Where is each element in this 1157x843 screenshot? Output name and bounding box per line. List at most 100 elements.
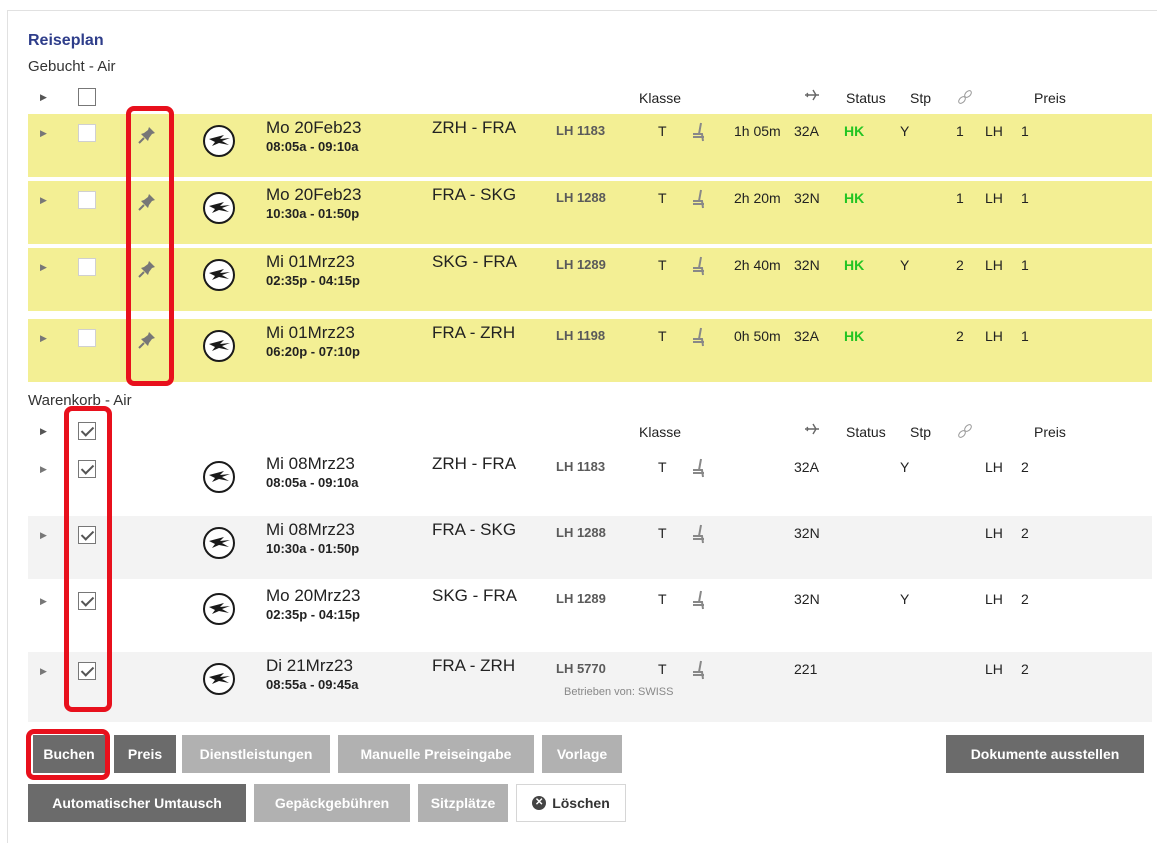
segment-date: Mi 01Mrz23 [266,252,355,271]
booked-segment-row: ▶ Mi 01Mrz23 02:35p - 04:15p SKG - FRA LH 12… [28,248,1152,311]
price-index: 2 [1021,661,1029,677]
flight-number[interactable]: LH 1198 [556,328,605,343]
cart-segment-row: ▶ Di 21Mrz23 08:55a - 09:45a FRA - ZRH LH 57… [28,652,1152,722]
vorlage-button[interactable]: Vorlage [542,735,622,773]
preis-button[interactable]: Preis [114,735,176,773]
lufthansa-crane-icon [202,329,236,363]
lufthansa-crane-icon [202,526,236,560]
price-index: 1 [1021,190,1029,206]
expand-arrow-icon[interactable]: ▶ [40,92,47,103]
flight-duration: 0h 50m [734,328,781,344]
seat-icon[interactable] [690,523,708,548]
segment-route: SKG - FRA [432,586,518,605]
header-klasse: Klasse [639,424,682,440]
segment-checkbox[interactable] [78,329,96,350]
flight-number[interactable]: LH 1288 [556,190,606,205]
checkbox-box [78,191,96,209]
status-badge: HK [844,257,865,273]
segment-checkbox[interactable] [78,124,96,145]
sitzplaetze-button[interactable]: Sitzplätze [418,784,508,822]
segment-date: Mo 20Mrz23 [266,586,361,605]
dienstleistungen-button[interactable]: Dienstleistungen [182,735,330,773]
seat-icon[interactable] [690,326,708,351]
booking-class: T [658,123,667,139]
segment-time: 02:35p - 04:15p [266,273,360,288]
header-status: Status [846,424,886,440]
booked-segment-row: ▶ Mo 20Feb23 08:05a - 09:10a ZRH - FRA LH 11… [28,114,1152,177]
aircraft-type: 32A [794,123,819,139]
segment-route: FRA - ZRH [432,656,516,675]
gepaeckgebuehren-button[interactable]: Gepäckgebühren [254,784,410,822]
segment-date: Mo 20Feb23 [266,185,362,204]
expand-arrow-icon[interactable]: ▶ [40,195,47,206]
lufthansa-crane-icon [202,191,236,225]
loeschen-button[interactable]: ✕ Löschen [516,784,626,822]
flight-number[interactable]: LH 1183 [556,123,605,138]
highlight-cart-checkboxes [64,406,112,712]
buchen-button[interactable]: Buchen [33,735,105,773]
lufthansa-crane-icon [202,124,236,158]
link-icon [954,420,976,445]
seat-icon[interactable] [690,188,708,213]
aircraft-type: 32N [794,257,820,273]
itinerary-title: Reiseplan [28,32,104,49]
carrier-code: LH [985,525,1003,541]
booking-class: T [658,525,667,541]
lufthansa-crane-icon [202,662,236,696]
price-index: 2 [1021,591,1029,607]
header-stp: Stp [910,90,932,106]
seat-icon[interactable] [690,121,708,146]
segment-date: Mi 08Mrz23 [266,454,355,473]
segment-number: 1 [956,190,964,206]
booking-class: T [658,190,667,206]
segment-time: 06:20p - 07:10p [266,344,360,359]
lufthansa-crane-icon [202,592,236,626]
seat-icon[interactable] [690,457,708,482]
seat-icon[interactable] [690,255,708,280]
segment-checkbox[interactable] [78,191,96,212]
segment-checkbox[interactable] [78,258,96,279]
stp-value: Y [900,257,910,273]
booked-section-label: Gebucht - Air [28,58,116,75]
top-divider [8,10,1157,11]
expand-arrow-icon[interactable]: ▶ [40,426,47,437]
segment-route: ZRH - FRA [432,118,517,137]
aircraft-type: 32N [794,525,820,541]
flight-number[interactable]: LH 1288 [556,525,606,540]
flight-number[interactable]: LH 1289 [556,591,606,606]
booked-segment-row: ▶ Mo 20Feb23 10:30a - 01:50p FRA - SKG LH 12… [28,181,1152,244]
expand-arrow-icon[interactable]: ▶ [40,333,47,344]
segment-date: Mi 08Mrz23 [266,520,355,539]
booking-class: T [658,661,667,677]
segment-time: 08:55a - 09:45a [266,677,359,692]
seat-icon[interactable] [690,589,708,614]
expand-arrow-icon[interactable]: ▶ [40,464,47,475]
select-all-booked-checkbox[interactable] [78,88,96,109]
seat-icon[interactable] [690,659,708,684]
flight-number[interactable]: LH 1183 [556,459,605,474]
expand-arrow-icon[interactable]: ▶ [40,262,47,273]
flight-number[interactable]: LH 1289 [556,257,606,272]
dokumente-ausstellen-button[interactable]: Dokumente ausstellen [946,735,1144,773]
booked-header: ▶ Klasse Status Stp Preis [28,84,1152,114]
carrier-code: LH [985,257,1003,273]
checkbox-box [78,88,96,106]
manuelle-preiseingabe-button[interactable]: Manuelle Preiseingabe [338,735,534,773]
segment-route: FRA - SKG [432,520,517,539]
stp-value: Y [900,591,910,607]
automatischer-umtausch-button[interactable]: Automatischer Umtausch [28,784,246,822]
status-badge: HK [844,190,865,206]
expand-arrow-icon[interactable]: ▶ [40,530,47,541]
link-icon [954,86,976,111]
flight-duration: 2h 40m [734,257,781,273]
header-preis: Preis [1034,90,1066,106]
expand-arrow-icon[interactable]: ▶ [40,128,47,139]
flight-number[interactable]: LH 5770 [556,661,606,676]
cart-segment-row: ▶ Mi 08Mrz23 10:30a - 01:50p FRA - SKG LH 12… [28,516,1152,579]
price-index: 1 [1021,328,1029,344]
expand-arrow-icon[interactable]: ▶ [40,666,47,677]
segment-route: SKG - FRA [432,252,518,271]
segment-time: 10:30a - 01:50p [266,541,360,556]
expand-arrow-icon[interactable]: ▶ [40,596,47,607]
flight-duration: 2h 20m [734,190,781,206]
